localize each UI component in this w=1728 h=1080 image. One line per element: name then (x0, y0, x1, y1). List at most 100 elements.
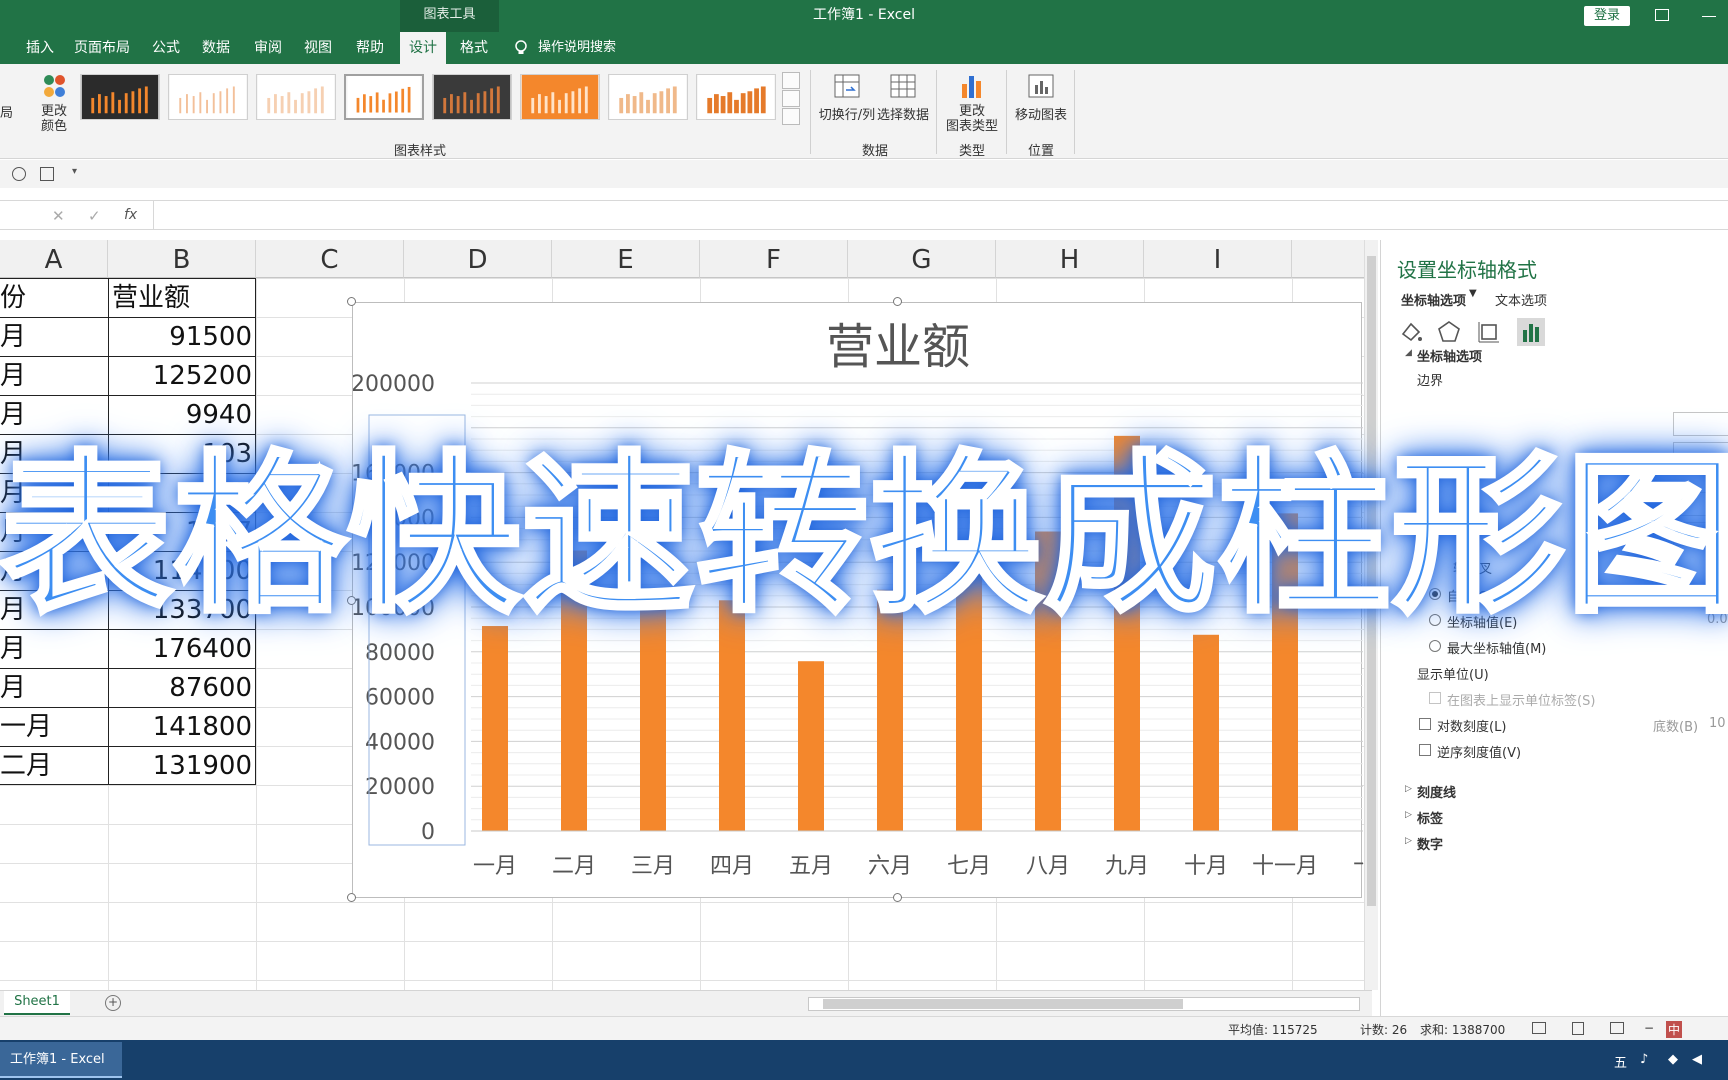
resize-handle-bottom-left[interactable] (347, 893, 356, 902)
sheet-tab-sheet1[interactable]: Sheet1 (4, 991, 70, 1015)
axis-options-icon[interactable] (1517, 318, 1545, 346)
tab-view[interactable]: 视图 (300, 32, 336, 64)
fill-line-icon[interactable] (1397, 318, 1425, 346)
switch-row-column-button[interactable]: 切换行/列 (818, 104, 876, 123)
move-chart-icon[interactable] (1026, 72, 1056, 100)
minimize-icon[interactable] (1702, 16, 1716, 17)
resize-handle-top[interactable] (893, 297, 902, 306)
chart-style-4-selected[interactable] (344, 74, 424, 120)
column-header-c[interactable]: C (256, 240, 404, 278)
ribbon-display-options-icon[interactable] (1655, 9, 1669, 21)
formula-bar: ✕ ✓ fx (0, 200, 1728, 230)
chart-style-2[interactable] (168, 74, 248, 120)
effects-icon[interactable] (1435, 318, 1463, 346)
chart-style-6[interactable] (520, 74, 600, 120)
labels-expand-icon[interactable]: ▷ (1405, 810, 1412, 820)
tab-formulas[interactable]: 公式 (148, 32, 184, 64)
move-chart-button[interactable]: 移动图表 (1012, 104, 1070, 123)
tab-help[interactable]: 帮助 (352, 32, 388, 64)
column-header-a[interactable]: A (0, 240, 108, 278)
chart-icon[interactable] (40, 167, 54, 181)
add-sheet-icon[interactable]: + (105, 995, 121, 1011)
row-gridline (0, 941, 1372, 942)
tab-page-layout[interactable]: 页面布局 (74, 32, 130, 64)
login-button[interactable]: 登录 (1584, 6, 1630, 26)
gallery-scroll-up[interactable] (782, 72, 800, 89)
chart-style-1[interactable] (80, 74, 160, 120)
tab-text-options[interactable]: 文本选项 (1495, 290, 1547, 309)
chart-style-8[interactable] (696, 74, 776, 120)
base-input[interactable]: 10 (1709, 716, 1726, 731)
section-labels[interactable]: 标签 (1417, 808, 1443, 827)
chart-style-3[interactable] (256, 74, 336, 120)
print-preview-icon[interactable] (12, 167, 26, 181)
tab-insert[interactable]: 插入 (22, 32, 58, 64)
column-header-j[interactable] (1292, 240, 1372, 278)
enter-icon[interactable]: ✓ (88, 207, 101, 225)
status-sum: 求和: 1388700 (1420, 1023, 1506, 1037)
change-chart-type-icon[interactable] (956, 72, 986, 100)
column-header-e[interactable]: E (552, 240, 700, 278)
column-header-i[interactable]: I (1144, 240, 1292, 278)
column-header-h[interactable]: H (996, 240, 1144, 278)
column-header-d[interactable]: D (404, 240, 552, 278)
cancel-icon[interactable]: ✕ (52, 207, 65, 225)
tab-data[interactable]: 数据 (198, 32, 234, 64)
tab-design[interactable]: 设计 (400, 32, 446, 64)
tab-review[interactable]: 审阅 (250, 32, 286, 64)
palette-icon[interactable] (40, 72, 70, 102)
change-chart-type-button[interactable]: 更改 图表类型 (944, 104, 1000, 134)
microphone-icon[interactable]: ♪ (1640, 1052, 1648, 1067)
tick-marks-expand-icon[interactable]: ▷ (1405, 784, 1412, 794)
ribbon-separator (1074, 70, 1075, 154)
horizontal-scrollbar[interactable] (808, 997, 1360, 1011)
layout-button-label[interactable]: 局 (0, 102, 14, 121)
column-header-b[interactable]: B (108, 240, 256, 278)
tab-format[interactable]: 格式 (456, 32, 492, 64)
chart-style-5[interactable] (432, 74, 512, 120)
status-bar: 平均值: 115725 计数: 26 求和: 1388700 − 中 (0, 1016, 1728, 1040)
sheet-tab-bar: Sheet1 + (0, 990, 1372, 1016)
number-expand-icon[interactable]: ▷ (1405, 836, 1412, 846)
tab-axis-options[interactable]: 坐标轴选项 (1401, 290, 1466, 309)
y-tick-label: 60000 (365, 686, 435, 711)
normal-view-icon[interactable] (1532, 1022, 1546, 1034)
page-break-view-icon[interactable] (1610, 1022, 1624, 1034)
customize-qat-icon[interactable]: ▾ (72, 166, 77, 177)
shield-icon[interactable]: ◆ (1668, 1052, 1678, 1067)
column-header-f[interactable]: F (700, 240, 848, 278)
taskbar-excel-item[interactable]: 工作簿1 - Excel (0, 1042, 122, 1078)
change-colors-button[interactable]: 更改 颜色 (34, 104, 74, 134)
resize-handle-top-left[interactable] (347, 297, 356, 306)
checkbox-reverse-order[interactable] (1419, 744, 1431, 756)
gallery-scroll-down[interactable] (782, 90, 800, 107)
section-tick-marks[interactable]: 刻度线 (1417, 782, 1456, 801)
section-axis-options[interactable]: 坐标轴选项 (1417, 346, 1482, 365)
resize-handle-bottom[interactable] (893, 893, 902, 902)
size-properties-icon[interactable] (1475, 318, 1503, 346)
zoom-out-icon[interactable]: − (1644, 1021, 1654, 1035)
reverse-order-label: 逆序刻度值(V) (1437, 746, 1522, 761)
checkbox-log-scale[interactable] (1419, 718, 1431, 730)
switch-row-column-icon[interactable] (832, 72, 862, 100)
select-data-button[interactable]: 选择数据 (876, 104, 930, 123)
formula-input[interactable] (153, 201, 1728, 229)
tray-ime-icon[interactable]: 五 (1614, 1052, 1627, 1071)
chevron-down-icon[interactable]: ▼ (1469, 288, 1477, 299)
taskbar: 工作簿1 - Excel 五 ♪ ◆ ◀ (0, 1040, 1728, 1080)
chart-style-7[interactable] (608, 74, 688, 120)
page-layout-view-icon[interactable] (1572, 1022, 1584, 1035)
column-header-g[interactable]: G (848, 240, 996, 278)
section-collapse-icon[interactable]: ◢ (1405, 348, 1412, 358)
section-number[interactable]: 数字 (1417, 834, 1443, 853)
x-tick-label: 六月 (868, 854, 912, 879)
volume-icon[interactable]: ◀ (1692, 1052, 1702, 1067)
quick-access-toolbar: ▾ (0, 160, 1728, 188)
tell-me-search[interactable]: 操作说明搜索 (538, 32, 642, 64)
gallery-more[interactable] (782, 108, 800, 125)
insert-function-button[interactable]: fx (124, 207, 137, 223)
select-data-icon[interactable] (888, 72, 918, 100)
x-tick-label: 九月 (1105, 854, 1149, 879)
horizontal-scroll-thumb[interactable] (823, 999, 1183, 1009)
bounds-label: 边界 (1417, 374, 1444, 389)
